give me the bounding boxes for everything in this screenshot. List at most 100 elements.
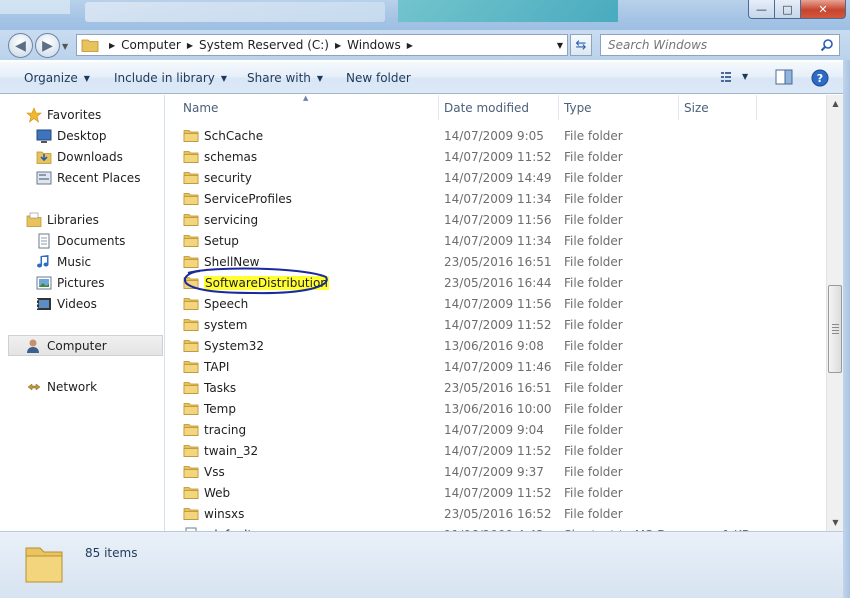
- file-name: Vss: [204, 465, 225, 479]
- network-icon: [27, 383, 41, 391]
- pictures-icon: [36, 276, 52, 290]
- command-bar: Organize ▼ Include in library ▼ Share with…: [0, 62, 850, 94]
- sidebar-item-label: Computer: [47, 338, 107, 353]
- sidebar-item-pictures[interactable]: Pictures: [0, 273, 164, 293]
- table-row[interactable]: ServiceProfiles 14/07/2009 11:34 File fold…: [166, 188, 826, 209]
- preview-pane-icon[interactable]: [775, 69, 793, 85]
- sidebar-item-libraries[interactable]: Libraries: [0, 210, 164, 230]
- table-row[interactable]: Setup 14/07/2009 11:34 File folder: [166, 230, 826, 251]
- file-name: SchCache: [204, 129, 264, 143]
- table-row[interactable]: twain_32 14/07/2009 11:52 File folder: [166, 440, 826, 461]
- file-name: twain_32: [204, 444, 259, 458]
- back-button[interactable]: ◀: [8, 33, 33, 58]
- table-row[interactable]: system 14/07/2009 11:52 File folder: [166, 314, 826, 335]
- sort-ascending-icon: ▲: [303, 95, 309, 102]
- folder-icon: [183, 424, 199, 436]
- file-date-modified: 14/07/2009 9:04: [444, 423, 544, 437]
- maximize-button[interactable]: □: [775, 0, 801, 19]
- folder-icon: [183, 298, 199, 310]
- documents-icon: [38, 233, 50, 249]
- table-row[interactable]: Tasks 23/05/2016 16:51 File folder: [166, 377, 826, 398]
- minimize-button[interactable]: —: [748, 0, 775, 19]
- sidebar-item-documents[interactable]: Documents: [0, 231, 164, 251]
- file-type: File folder: [564, 234, 623, 248]
- column-header-size[interactable]: Size: [684, 101, 709, 115]
- share-with-button[interactable]: Share with ▼: [247, 71, 323, 85]
- file-name: system: [204, 318, 248, 332]
- file-type: File folder: [564, 297, 623, 311]
- include-in-library-button[interactable]: Include in library ▼: [114, 71, 227, 85]
- table-row[interactable]: System32 13/06/2016 9:08 File folder: [166, 335, 826, 356]
- table-row[interactable]: _default11/06/2009 4:42Shortcut to MS-D.…: [166, 524, 826, 531]
- details-pane: 85 items: [0, 531, 850, 598]
- table-row[interactable]: schemas 14/07/2009 11:52 File folder: [166, 146, 826, 167]
- scroll-up-icon[interactable]: ▲: [827, 95, 844, 112]
- column-divider[interactable]: [558, 95, 559, 120]
- file-date-modified: 13/06/2016 10:00: [444, 402, 552, 416]
- address-dropdown-icon[interactable]: ▼: [557, 41, 563, 50]
- column-header-type[interactable]: Type: [564, 101, 592, 115]
- refresh-button[interactable]: ⇆: [570, 34, 592, 56]
- file-date-modified: 23/05/2016 16:51: [444, 255, 552, 269]
- sidebar-item-label: Downloads: [57, 150, 123, 164]
- table-row[interactable]: Speech 14/07/2009 11:56 File folder: [166, 293, 826, 314]
- sidebar-item-recent-places[interactable]: Recent Places: [0, 168, 164, 188]
- sidebar-item-label: Music: [57, 255, 92, 269]
- sidebar-item-favorites[interactable]: Favorites: [0, 105, 164, 125]
- file-name: Speech: [204, 297, 249, 311]
- table-row[interactable]: TAPI 14/07/2009 11:46 File folder: [166, 356, 826, 377]
- file-date-modified: 14/07/2009 11:56: [444, 213, 552, 227]
- sidebar-item-desktop[interactable]: Desktop: [0, 126, 164, 146]
- column-divider[interactable]: [438, 95, 439, 120]
- table-row[interactable]: Temp 13/06/2016 10:00 File folder: [166, 398, 826, 419]
- breadcrumb-separator-icon[interactable]: ▶: [109, 41, 115, 50]
- breadcrumb-separator-icon[interactable]: ▶: [407, 41, 413, 50]
- recent-pages-dropdown-icon[interactable]: ▼: [62, 42, 68, 51]
- folder-icon: [183, 382, 199, 394]
- table-row[interactable]: SchCache 14/07/2009 9:05 File folder: [166, 125, 826, 146]
- breadcrumb-windows[interactable]: Windows: [347, 38, 401, 52]
- breadcrumb-separator-icon[interactable]: ▶: [187, 41, 193, 50]
- sidebar-item-downloads[interactable]: Downloads: [0, 147, 164, 167]
- folder-icon: [183, 130, 199, 142]
- search-icon[interactable]: [820, 38, 834, 52]
- table-row[interactable]: Vss 14/07/2009 9:37 File folder: [166, 461, 826, 482]
- view-options-icon[interactable]: [720, 69, 738, 85]
- help-icon[interactable]: ?: [811, 69, 829, 87]
- breadcrumb-drive[interactable]: System Reserved (C:): [199, 38, 329, 52]
- sidebar-item-label: Favorites: [47, 108, 102, 122]
- breadcrumb-separator-icon[interactable]: ▶: [335, 41, 341, 50]
- address-bar[interactable]: ▶ Computer ▶ System Reserved (C:) ▶ Wind…: [76, 34, 568, 56]
- file-date-modified: 14/07/2009 11:46: [444, 360, 552, 374]
- forward-button[interactable]: ▶: [35, 33, 60, 58]
- search-box[interactable]: [600, 34, 840, 56]
- column-divider[interactable]: [678, 95, 679, 120]
- scrollbar-thumb[interactable]: [828, 285, 842, 373]
- search-input[interactable]: [608, 38, 808, 52]
- file-type: File folder: [564, 507, 623, 521]
- sidebar-item-music[interactable]: Music: [0, 252, 164, 272]
- table-row[interactable]: Web 14/07/2009 11:52 File folder: [166, 482, 826, 503]
- column-header-date-modified[interactable]: Date modified: [444, 101, 529, 115]
- table-row[interactable]: SoftwareDistribution 23/05/2016 16:44 File…: [166, 267, 826, 295]
- column-divider[interactable]: [756, 95, 757, 120]
- column-header-name[interactable]: Name: [183, 101, 218, 115]
- sidebar-item-videos[interactable]: Videos: [0, 294, 164, 314]
- sidebar-item-network[interactable]: Network: [0, 377, 164, 397]
- sidebar-item-label: Pictures: [57, 276, 105, 290]
- table-row[interactable]: winsxs 23/05/2016 16:52 File folder: [166, 503, 826, 524]
- view-dropdown-icon[interactable]: ▼: [742, 72, 748, 81]
- sidebar-item-computer[interactable]: Computer: [8, 335, 163, 356]
- file-type: File folder: [564, 486, 623, 500]
- vertical-scrollbar[interactable]: ▲ ▼: [826, 95, 843, 531]
- scroll-down-icon[interactable]: ▼: [827, 514, 844, 531]
- table-row[interactable]: servicing 14/07/2009 11:56 File folder: [166, 209, 826, 230]
- breadcrumb-computer[interactable]: Computer: [121, 38, 181, 52]
- file-name: Temp: [204, 402, 236, 416]
- table-row[interactable]: security 14/07/2009 14:49 File folder: [166, 167, 826, 188]
- table-row[interactable]: tracing 14/07/2009 9:04 File folder: [166, 419, 826, 440]
- close-button[interactable]: ✕: [801, 0, 846, 19]
- organize-button[interactable]: Organize ▼: [24, 71, 90, 85]
- file-list: ▲ Name Date modified Type Size SchCache 1…: [166, 95, 826, 531]
- new-folder-button[interactable]: New folder: [346, 71, 411, 85]
